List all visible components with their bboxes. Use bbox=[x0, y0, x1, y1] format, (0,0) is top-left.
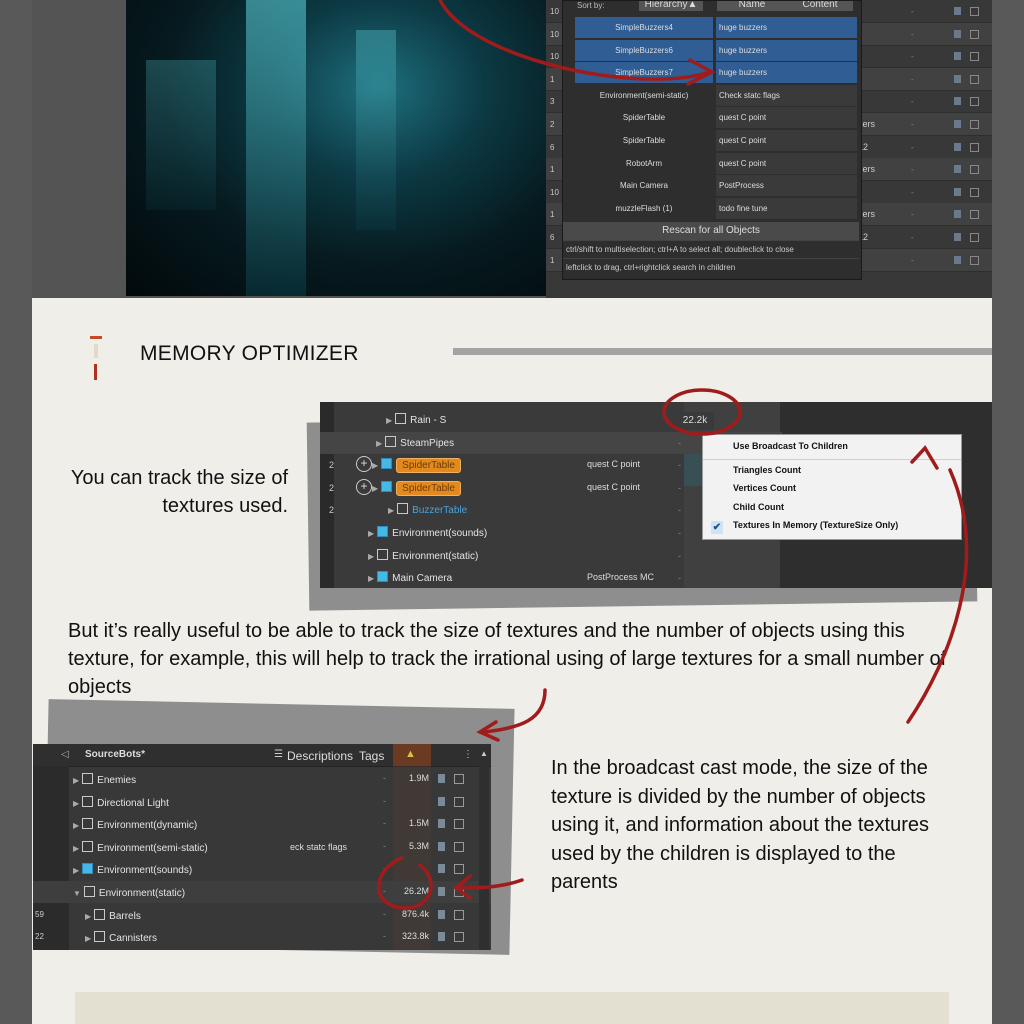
circle-22k bbox=[662, 388, 742, 436]
arrow-to-popup bbox=[438, 0, 712, 81]
arrowhead-popup bbox=[686, 58, 716, 86]
arrow-to-menu bbox=[906, 468, 969, 724]
arrowhead-menu bbox=[910, 445, 939, 470]
circle-26m bbox=[377, 856, 433, 910]
annotation-arrows bbox=[377, 0, 969, 910]
arrow-to-26m bbox=[456, 878, 524, 890]
